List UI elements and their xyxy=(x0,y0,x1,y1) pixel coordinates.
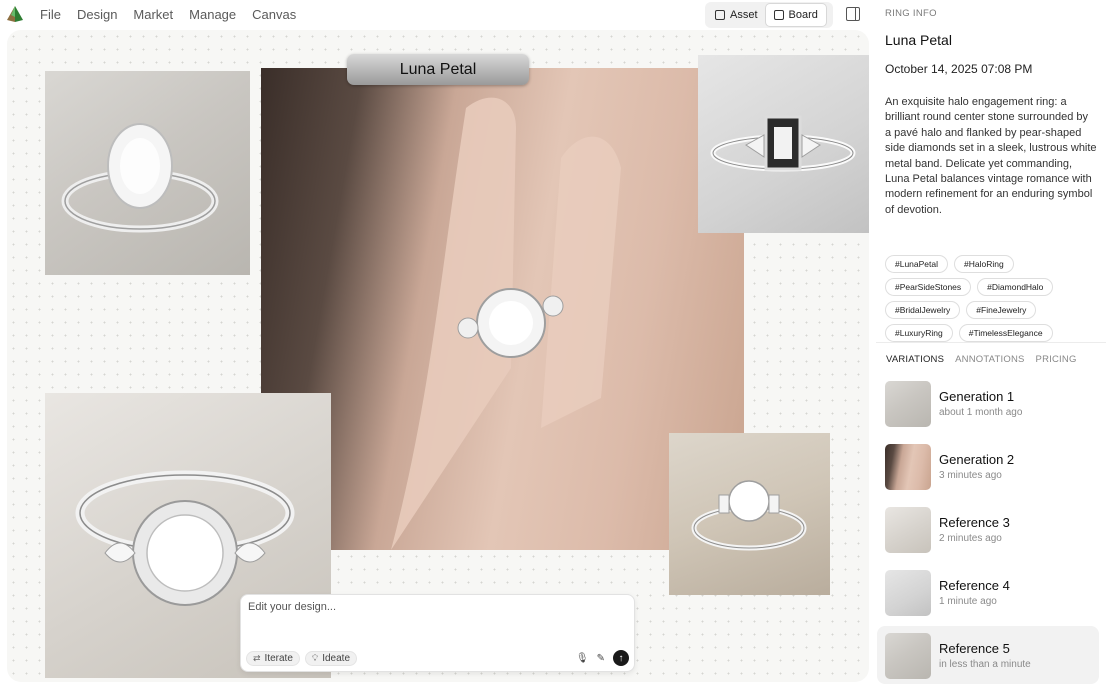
tab-annotations[interactable]: ANNOTATIONS xyxy=(955,354,1024,365)
menu-manage[interactable]: Manage xyxy=(189,7,236,22)
board-icon xyxy=(773,10,784,20)
tag-chip[interactable]: #BridalJewelry xyxy=(885,301,961,319)
ring-info-panel: RING INFO Luna Petal October 14, 2025 07… xyxy=(876,0,1106,686)
variation-time: in less than a minute xyxy=(939,659,1031,670)
board-view-button[interactable]: Board xyxy=(765,4,826,26)
variation-item[interactable]: Generation 1 about 1 month ago xyxy=(877,374,1099,432)
variation-thumbnail xyxy=(885,381,931,427)
board-view-label: Board xyxy=(788,9,818,21)
variation-item[interactable]: Reference 3 2 minutes ago xyxy=(877,500,1099,558)
three-stone-ring-illustration xyxy=(691,480,807,551)
tab-variations[interactable]: VARIATIONS xyxy=(886,354,944,365)
board-canvas[interactable] xyxy=(7,30,869,682)
asset-icon xyxy=(715,10,725,20)
divider xyxy=(876,342,1106,343)
tag-chip[interactable]: #PearSideStones xyxy=(885,278,972,296)
variation-time: about 1 month ago xyxy=(939,407,1023,418)
variation-name: Generation 1 xyxy=(939,389,1015,404)
variation-name: Reference 4 xyxy=(939,578,1010,593)
variation-time: 1 minute ago xyxy=(939,596,997,607)
variation-thumbnail xyxy=(885,444,931,490)
pen-icon[interactable]: ✎ xyxy=(597,653,605,664)
prompt-tools: 🎙︎ ✎ ↑ xyxy=(576,650,629,666)
board-image-emerald-ring[interactable] xyxy=(698,55,869,233)
asset-view-label: Asset xyxy=(730,9,758,21)
variation-time: 2 minutes ago xyxy=(939,533,1002,544)
ideate-button[interactable]: 💡︎ Ideate xyxy=(304,651,358,666)
top-bar: File Design Market Manage Canvas Asset B… xyxy=(0,0,876,30)
prompt-box: ⇄ Iterate 💡︎ Ideate 🎙︎ ✎ ↑ xyxy=(240,594,635,672)
prompt-modes: ⇄ Iterate 💡︎ Ideate xyxy=(246,651,358,666)
ring-date: October 14, 2025 07:08 PM xyxy=(885,62,1033,76)
panel-tabs: VARIATIONS ANNOTATIONS PRICING xyxy=(886,354,1088,365)
prompt-input[interactable] xyxy=(248,601,628,613)
variation-name: Generation 2 xyxy=(939,452,1015,467)
tag-chip[interactable]: #LunaPetal xyxy=(885,255,949,273)
variation-name: Reference 5 xyxy=(939,641,1010,656)
iterate-label: Iterate xyxy=(264,653,293,664)
main-menu: File Design Market Manage Canvas xyxy=(40,7,312,22)
microphone-icon[interactable]: 🎙︎ xyxy=(576,653,589,664)
variation-thumbnail xyxy=(885,507,931,553)
lightbulb-icon: 💡︎ xyxy=(311,653,319,663)
menu-market[interactable]: Market xyxy=(133,7,173,22)
variation-item[interactable]: Generation 2 3 minutes ago xyxy=(877,437,1099,495)
tag-chip[interactable]: #DiamondHalo xyxy=(977,278,1054,296)
tag-chip[interactable]: #LuxuryRing xyxy=(885,324,953,342)
emerald-ring-illustration xyxy=(710,115,856,172)
sidebar-toggle-icon[interactable] xyxy=(846,7,860,21)
oval-ring-illustration xyxy=(61,123,219,233)
panel-heading: RING INFO xyxy=(885,8,937,19)
variation-item[interactable]: Reference 4 1 minute ago xyxy=(877,563,1099,621)
ring-description[interactable]: An exquisite halo engagement ring: a bri… xyxy=(885,95,1097,218)
variation-time: 3 minutes ago xyxy=(939,470,1002,481)
asset-view-button[interactable]: Asset xyxy=(707,4,766,26)
view-toggle: Asset Board xyxy=(705,2,833,28)
variation-thumbnail xyxy=(885,570,931,616)
board-image-three-stone-ring[interactable] xyxy=(669,433,830,595)
menu-design[interactable]: Design xyxy=(77,7,117,22)
logo-icon[interactable] xyxy=(6,5,24,23)
variation-thumbnail xyxy=(885,633,931,679)
send-button[interactable]: ↑ xyxy=(613,650,629,666)
iterate-icon: ⇄ xyxy=(253,653,261,663)
menu-file[interactable]: File xyxy=(40,7,61,22)
menu-canvas[interactable]: Canvas xyxy=(252,7,296,22)
tag-chip[interactable]: #TimelessElegance xyxy=(958,324,1053,342)
tag-chip[interactable]: #FineJewelry xyxy=(966,301,1037,319)
tag-chip[interactable]: #HaloRing xyxy=(954,255,1014,273)
tag-list: #LunaPetal #HaloRing #PearSideStones #Di… xyxy=(885,255,1100,342)
variation-name: Reference 3 xyxy=(939,515,1010,530)
iterate-button[interactable]: ⇄ Iterate xyxy=(246,651,300,666)
arrow-up-icon: ↑ xyxy=(618,652,624,664)
board-image-oval-ring[interactable] xyxy=(45,71,250,275)
variation-item-selected[interactable]: Reference 5 in less than a minute xyxy=(877,626,1099,684)
tab-pricing[interactable]: PRICING xyxy=(1036,354,1077,365)
ideate-label: Ideate xyxy=(322,653,351,664)
ring-title[interactable]: Luna Petal xyxy=(885,32,952,48)
board-title-chip[interactable]: Luna Petal xyxy=(347,54,529,85)
